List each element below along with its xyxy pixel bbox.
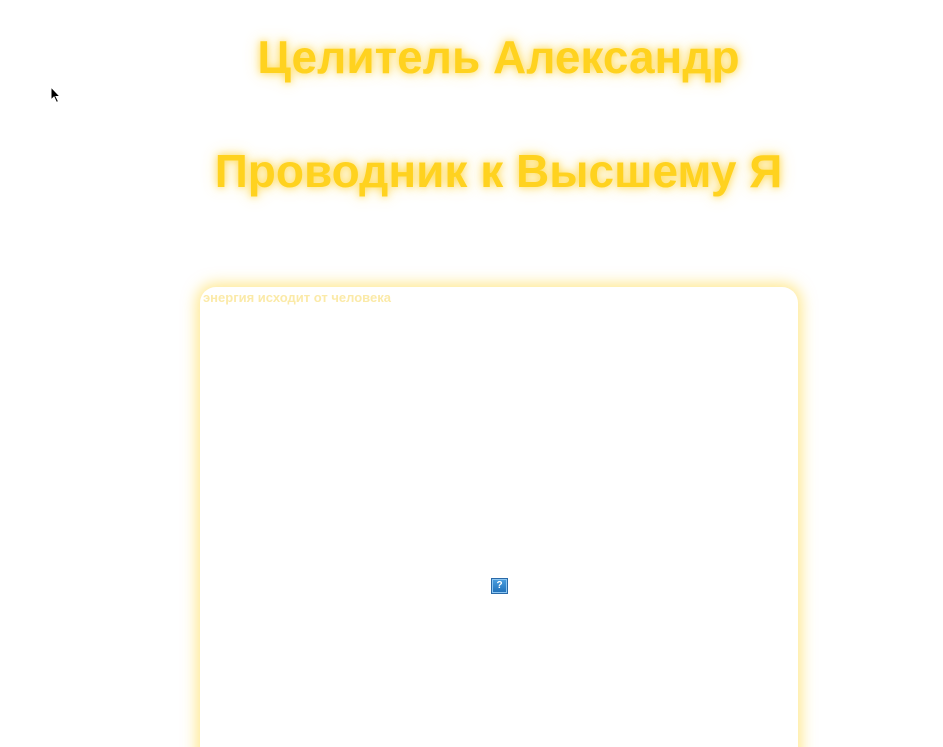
missing-plugin-icon[interactable]: ? (491, 578, 508, 594)
page: Целитель Александр Проводник к Высшему Я… (0, 0, 943, 747)
mouse-pointer-icon (50, 86, 62, 104)
video-caption: энергия исходит от человека (203, 290, 391, 305)
page-subtitle: Проводник к Высшему Я (214, 145, 783, 197)
embedded-video-frame[interactable]: энергия исходит от человека ? (200, 287, 798, 747)
page-title: Целитель Александр (257, 31, 740, 83)
